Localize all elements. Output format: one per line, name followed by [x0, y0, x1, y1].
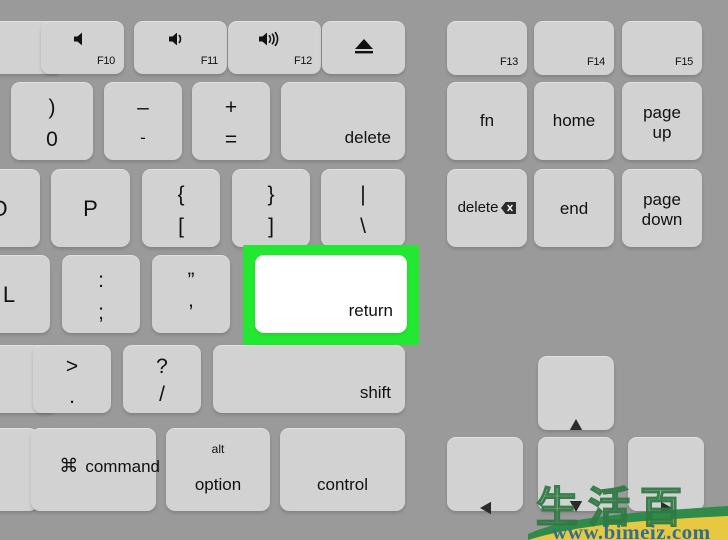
key-home-label: home: [552, 111, 596, 130]
key-quote-upper: ”: [187, 269, 195, 292]
key-bracket-left[interactable]: { [: [142, 169, 220, 247]
key-forward-delete[interactable]: delete: [447, 169, 527, 247]
arrow-right-icon: [628, 468, 704, 540]
key-delete[interactable]: delete: [281, 82, 405, 160]
forward-delete-icon: [501, 202, 517, 214]
key-backslash-upper: |: [360, 183, 366, 206]
key-forward-delete-labels: delete: [447, 199, 527, 217]
key-arrow-up[interactable]: [538, 356, 614, 430]
key-semicolon[interactable]: : ;: [62, 255, 140, 333]
key-quote-lower: ’: [188, 301, 194, 324]
key-end-label: end: [559, 199, 589, 218]
key-slash-upper: ?: [156, 355, 168, 378]
key-o-label: O: [0, 198, 40, 220]
key-page-down-line1: page: [643, 190, 681, 209]
key-quote[interactable]: ” ’: [152, 255, 230, 333]
volume-medium-icon: [134, 31, 227, 47]
key-backslash[interactable]: | \: [321, 169, 405, 247]
key-command[interactable]: ⌘ command: [31, 428, 160, 511]
key-f15[interactable]: F15: [622, 21, 702, 75]
eject-icon: [322, 37, 405, 55]
key-f15-label: F15: [674, 56, 693, 68]
key-0[interactable]: ) 0: [11, 82, 93, 160]
key-option-upper: alt: [211, 442, 225, 456]
key-fn[interactable]: fn: [447, 82, 527, 160]
key-equal-upper: +: [224, 96, 238, 119]
key-period-upper: >: [65, 355, 79, 378]
key-f11-label: F11: [200, 55, 219, 67]
key-l-label: L: [2, 282, 16, 307]
key-semicolon-lower: ;: [98, 301, 104, 324]
key-end[interactable]: end: [534, 169, 614, 247]
key-slash[interactable]: ? /: [123, 345, 201, 413]
command-icon: ⌘: [59, 455, 79, 477]
key-return-label: return: [348, 301, 393, 320]
key-arrow-right[interactable]: [628, 437, 704, 515]
key-page-up-line2: up: [652, 123, 672, 143]
key-fn-label: fn: [479, 111, 495, 130]
key-equal-lower: =: [224, 128, 238, 151]
key-f11[interactable]: F11: [134, 21, 227, 74]
keyboard-screenshot: F9 F10 F11 F12: [0, 0, 728, 540]
key-arrow-down[interactable]: [538, 437, 614, 512]
key-bracket-right-upper: }: [267, 183, 275, 206]
key-delete-label: delete: [344, 128, 391, 147]
key-arrow-left[interactable]: [447, 437, 523, 515]
key-shift-label: shift: [359, 383, 391, 402]
key-option[interactable]: alt option: [166, 428, 270, 511]
key-f13-label: F13: [499, 56, 518, 68]
arrow-left-icon: [447, 468, 523, 540]
key-backslash-lower: \: [360, 215, 366, 238]
key-eject[interactable]: [322, 21, 405, 74]
key-bracket-left-upper: {: [177, 183, 185, 206]
key-f12-label: F12: [293, 55, 312, 67]
key-bracket-left-lower: [: [178, 215, 184, 238]
key-page-up-labels: page up: [622, 103, 702, 143]
key-shift[interactable]: shift: [213, 345, 405, 413]
key-page-down-line2: down: [641, 210, 683, 230]
key-return[interactable]: return: [255, 255, 407, 333]
key-bracket-right[interactable]: } ]: [232, 169, 310, 247]
key-l[interactable]: L: [0, 255, 50, 333]
key-p[interactable]: P: [51, 169, 130, 247]
volume-high-icon: [228, 31, 321, 47]
key-page-down-labels: page down: [622, 190, 702, 230]
key-page-up[interactable]: page up: [622, 82, 702, 160]
arrow-down-icon: [538, 468, 614, 540]
key-control-label: control: [316, 475, 369, 494]
key-semicolon-upper: :: [98, 269, 104, 292]
key-option-lower: option: [194, 475, 242, 494]
key-minus-lower: -: [140, 128, 146, 147]
key-page-down[interactable]: page down: [622, 169, 702, 247]
key-f13[interactable]: F13: [447, 21, 527, 75]
key-0-upper: ): [48, 96, 56, 119]
key-page-up-line1: page: [643, 103, 681, 122]
key-f10-label: F10: [96, 55, 115, 67]
key-period-lower: .: [69, 385, 75, 408]
key-forward-delete-label: delete: [457, 199, 499, 216]
key-f10[interactable]: F10: [41, 21, 124, 74]
key-f14-label: F14: [586, 56, 605, 68]
key-f12[interactable]: F12: [228, 21, 321, 74]
key-minus[interactable]: – -: [104, 82, 182, 160]
key-0-lower: 0: [46, 128, 58, 151]
key-control[interactable]: control: [280, 428, 405, 511]
key-command-labels: ⌘ command: [31, 440, 160, 493]
key-f14[interactable]: F14: [534, 21, 614, 75]
key-slash-lower: /: [159, 383, 165, 406]
key-period[interactable]: > .: [33, 345, 111, 413]
key-p-label: P: [83, 196, 98, 221]
key-home[interactable]: home: [534, 82, 614, 160]
key-minus-upper: –: [137, 96, 149, 119]
key-command-label: command: [85, 457, 160, 476]
key-bracket-right-lower: ]: [268, 215, 274, 238]
key-equal[interactable]: + =: [192, 82, 270, 160]
key-o[interactable]: O: [0, 169, 40, 247]
volume-low-icon: [41, 31, 124, 47]
